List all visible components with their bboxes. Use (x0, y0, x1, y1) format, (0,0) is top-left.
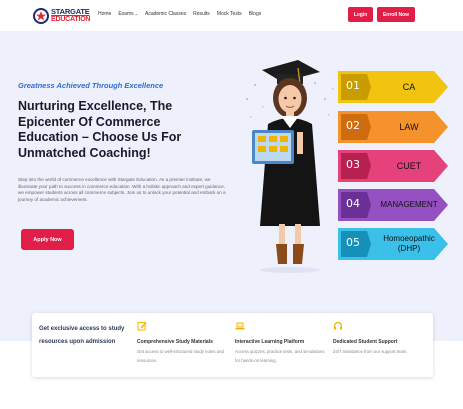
course-name: CUET (396, 161, 422, 171)
enroll-now-button[interactable]: Enroll Now (377, 7, 415, 22)
course-number: 03 (346, 158, 360, 171)
course-management[interactable]: 04 MANAGEMENT (338, 189, 448, 221)
feature-student-support: Dedicated Student Support 24/7 assistanc… (333, 321, 423, 356)
navbar: STARGATE EDUCATION Home Exams⌄ Academic … (0, 0, 463, 31)
edit-icon (137, 322, 147, 331)
chevron-down-icon: ⌄ (134, 11, 138, 16)
headset-icon (333, 321, 343, 330)
feature-study-materials: Comprehensive Study Materials Get access… (137, 321, 227, 365)
course-number: 02 (346, 119, 360, 132)
course-number: 05 (346, 236, 360, 249)
nav-academic-classes[interactable]: Academic Classes (145, 11, 186, 17)
features-card: Get exclusive access to study resources … (32, 313, 433, 377)
nav-home[interactable]: Home (98, 11, 111, 17)
apply-now-button[interactable]: Apply Now (21, 229, 74, 250)
features-intro: Get exclusive access to study resources … (39, 326, 125, 345)
nav-exams-label: Exams (118, 11, 134, 17)
laptop-icon (235, 322, 245, 330)
brand-line1: STARGATE (51, 7, 90, 16)
brand-logo[interactable]: STARGATE EDUCATION (33, 6, 93, 26)
nav-menu: Home Exams⌄ Academic Classes Results Moc… (98, 11, 268, 17)
graduate-student-illustration (246, 60, 334, 273)
brand-line2: EDUCATION (51, 16, 91, 23)
feature-desc: Access quizzes, practice tests, and simu… (235, 349, 325, 363)
feature-desc: 24/7 assistance from our support team. (333, 349, 408, 354)
course-cuet[interactable]: 03 CUET (338, 150, 448, 182)
hero-tagline: Greatness Achieved Through Excellence (18, 81, 164, 90)
course-name: Homoeopathic (DHP) (383, 234, 435, 253)
nav-results[interactable]: Results (193, 11, 210, 17)
nav-exams[interactable]: Exams⌄ (118, 11, 138, 17)
feature-desc: Get access to well-structured study note… (137, 349, 224, 363)
course-ca[interactable]: 01 CA (338, 71, 448, 103)
feature-title: Dedicated Student Support (333, 339, 398, 345)
course-law[interactable]: 02 LAW (338, 111, 448, 143)
star-logo-icon (33, 8, 49, 24)
feature-title: Comprehensive Study Materials (137, 339, 213, 345)
nav-mock-tests[interactable]: Mock Tests (217, 11, 242, 17)
course-number: 04 (346, 197, 360, 210)
nav-blogs[interactable]: Blogs (249, 11, 262, 17)
course-name: CA (402, 82, 416, 92)
login-button[interactable]: Login (348, 7, 373, 22)
hero-headline: Nurturing Excellence, The Epicenter Of C… (18, 99, 182, 160)
course-number: 01 (346, 79, 360, 92)
course-name: LAW (399, 122, 419, 132)
course-name: MANAGEMENT (380, 200, 438, 209)
feature-title: Interactive Learning Platform (235, 339, 305, 345)
course-homoeopathic[interactable]: 05 Homoeopathic (DHP) (338, 228, 448, 260)
hero-description: Step into the world of commerce excellen… (18, 177, 226, 202)
feature-learning-platform: Interactive Learning Platform Access qui… (235, 321, 325, 365)
